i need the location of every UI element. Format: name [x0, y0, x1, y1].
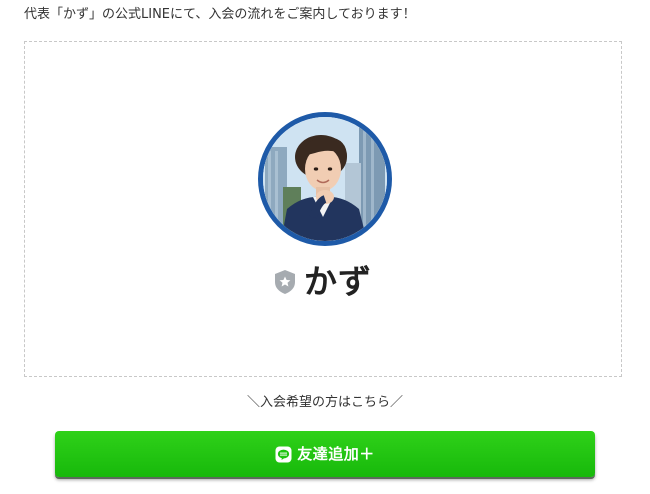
line-icon — [275, 446, 292, 462]
profile-name-row: かず — [25, 262, 621, 302]
profile-name: かず — [304, 262, 372, 301]
profile-avatar — [258, 112, 392, 246]
shield-star-icon — [275, 270, 295, 294]
cta-caption: ＼入会希望の方はこちら／ — [246, 395, 403, 410]
add-friend-button-label: 友達追加＋ — [297, 445, 375, 463]
intro-text: 代表「かず」の公式LINEにて、入会の流れをご案内しております！ — [24, 7, 416, 22]
line-profile-card: かず — [24, 41, 622, 377]
add-friend-button[interactable]: 友達追加＋ — [55, 431, 595, 477]
avatar-photo — [263, 117, 387, 241]
